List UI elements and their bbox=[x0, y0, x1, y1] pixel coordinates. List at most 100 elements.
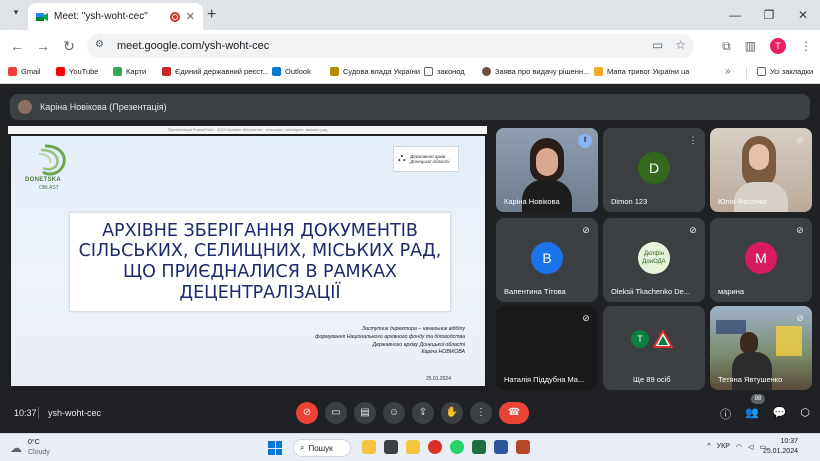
bookmark-registry[interactable]: Єдиний державний реєст... bbox=[162, 67, 269, 76]
tab-close-icon[interactable]: ✕ bbox=[186, 10, 195, 23]
url-text: meet.google.com/ysh-woht-cec bbox=[117, 40, 270, 52]
meet-stage: Каріна Новікова (Презентація) Презентаци… bbox=[0, 84, 820, 433]
forward-icon[interactable]: → bbox=[30, 38, 56, 54]
app-icon[interactable] bbox=[516, 440, 530, 454]
window-controls: — ❐ ✕ bbox=[718, 0, 820, 30]
wifi-icon[interactable]: ◠ bbox=[736, 443, 742, 451]
participant-tile-karina[interactable]: ⦀ Каріна Новікова bbox=[496, 128, 598, 212]
outlook-icon bbox=[272, 67, 281, 76]
meeting-code: ysh-woht-cec bbox=[48, 408, 102, 418]
mic-toggle-icon[interactable]: ⊘ bbox=[296, 402, 318, 424]
bookmark-outlook[interactable]: Outlook bbox=[272, 67, 311, 76]
presenter-avatar bbox=[18, 100, 32, 114]
folder-icon[interactable] bbox=[406, 440, 420, 454]
speaking-indicator-icon: ⦀ bbox=[578, 134, 592, 148]
participant-tile-natalia[interactable]: ⊘ Наталія Піддубна Ма... bbox=[496, 306, 598, 390]
archive-emblem-icon: ⛬ bbox=[398, 152, 406, 164]
terminal-icon[interactable] bbox=[384, 440, 398, 454]
side-panel-icon[interactable]: ▥ bbox=[745, 39, 756, 53]
state-archive-logo: ⛬ Державний архів Донецької області bbox=[393, 146, 459, 172]
extensions-icon[interactable]: ⧉ bbox=[722, 39, 731, 54]
weather-condition: Cloudy bbox=[28, 449, 50, 456]
donetsk-oblast-logo bbox=[38, 144, 66, 176]
new-tab-button[interactable]: + bbox=[207, 6, 216, 24]
chrome-icon[interactable] bbox=[428, 440, 442, 454]
raise-hand-icon[interactable]: ✋ bbox=[441, 402, 463, 424]
taskbar-time[interactable]: 10:37 bbox=[780, 438, 798, 445]
camera-toggle-icon[interactable]: ▭ bbox=[325, 402, 347, 424]
browser-tab[interactable]: Meet: "ysh-woht-cec" ✕ bbox=[28, 3, 203, 30]
participant-tile-tetiana[interactable]: ⊘ Тетяна Явтушенко bbox=[710, 306, 812, 390]
participant-name: Наталія Піддубна Ма... bbox=[504, 375, 585, 384]
bookmark-all-folder[interactable]: Усі закладки bbox=[757, 67, 813, 76]
address-bar[interactable]: ⚙ meet.google.com/ysh-woht-cec ▭ ☆ bbox=[87, 34, 694, 58]
meeting-clock: 10:37 bbox=[14, 408, 37, 418]
bookmark-gmail[interactable]: Gmail bbox=[8, 67, 41, 76]
bookmarks-divider bbox=[746, 67, 747, 79]
reload-icon[interactable]: ↻ bbox=[56, 38, 82, 55]
maps-icon bbox=[113, 67, 122, 76]
camera-in-use-icon[interactable]: ▭ bbox=[652, 38, 663, 52]
more-options-icon[interactable]: ⋮ bbox=[687, 134, 699, 146]
close-window-icon[interactable]: ✕ bbox=[786, 0, 820, 30]
participant-tile-oleksii[interactable]: ⊘ Дєпфін ДонОДА Oleksii Tkachenko De... bbox=[603, 218, 705, 302]
bookmark-folder-zakonod[interactable]: законод bbox=[424, 67, 465, 76]
back-icon[interactable]: ← bbox=[4, 38, 30, 54]
meeting-info-icon[interactable]: ⓘ bbox=[720, 406, 731, 422]
participant-tile-maryna[interactable]: ⊘ М марина bbox=[710, 218, 812, 302]
tray-overflow-icon[interactable]: ^ bbox=[707, 443, 710, 451]
more-options-icon[interactable]: ⋮ bbox=[470, 402, 492, 424]
folder-icon bbox=[757, 67, 766, 76]
slide-title: АРХІВНЕ ЗБЕРІГАННЯ ДОКУМЕНТІВ СІЛЬСЬКИХ,… bbox=[78, 220, 442, 303]
participant-name: марина bbox=[718, 287, 745, 296]
bookmark-application[interactable]: Заява про видачу рішенн... bbox=[482, 67, 589, 76]
registry-icon bbox=[162, 67, 171, 76]
leave-call-icon[interactable]: ☎ bbox=[499, 402, 529, 424]
side-controls: ⓘ 👥 💬 ⬡ bbox=[720, 406, 810, 422]
excel-icon[interactable] bbox=[472, 440, 486, 454]
tab-search-icon[interactable]: ▾ bbox=[8, 7, 24, 23]
site-info-icon[interactable]: ⚙ bbox=[95, 39, 109, 53]
participant-tile-valentyna[interactable]: ⊘ В Валентина Тітова bbox=[496, 218, 598, 302]
minimize-icon[interactable]: — bbox=[718, 0, 752, 30]
participant-tile-more[interactable]: Т Ще 89 осіб bbox=[603, 306, 705, 390]
bookmark-maps[interactable]: Карти bbox=[113, 67, 146, 76]
bookmark-alert-map[interactable]: Мапа тривог України ua bbox=[594, 67, 689, 76]
file-explorer-icon[interactable] bbox=[362, 440, 376, 454]
presentation-view[interactable]: Презентация PowerPoint - 2024 Архівне зб… bbox=[8, 126, 487, 390]
participant-tile-yulia[interactable]: ⊘ Юлія Фесенко bbox=[710, 128, 812, 212]
activities-icon[interactable]: ⬡ bbox=[800, 406, 810, 422]
whatsapp-icon[interactable] bbox=[450, 440, 464, 454]
language-indicator[interactable]: УКР bbox=[717, 443, 730, 451]
bookmarks-overflow-icon[interactable]: » bbox=[725, 66, 731, 77]
slide-author-info: Заступник директора – начальник відділу … bbox=[315, 326, 465, 356]
slide-title-box: АРХІВНЕ ЗБЕРІГАННЯ ДОКУМЕНТІВ СІЛЬСЬКИХ,… bbox=[69, 212, 451, 312]
start-button-icon[interactable] bbox=[268, 441, 282, 455]
participant-name: Юлія Фесенко bbox=[718, 197, 767, 206]
slide: DONETSKA OBLAST ⛬ Державний архів Донець… bbox=[11, 136, 485, 386]
mic-off-icon: ⊘ bbox=[689, 225, 697, 235]
cloud-icon[interactable]: ☁ bbox=[10, 441, 22, 455]
participant-count-badge: 98 bbox=[751, 394, 765, 404]
bookmark-court[interactable]: Судова влада України bbox=[330, 67, 420, 76]
bookmark-star-icon[interactable]: ☆ bbox=[675, 38, 686, 52]
participant-tile-dimon[interactable]: ⋮ D Dimon 123 bbox=[603, 128, 705, 212]
bookmark-youtube[interactable]: YouTube bbox=[56, 67, 98, 76]
captions-icon[interactable]: ▤ bbox=[354, 402, 376, 424]
taskbar-date[interactable]: 25.01.2024 bbox=[763, 448, 798, 455]
taskbar-search[interactable]: ⌕ Пошук bbox=[293, 439, 351, 457]
present-screen-icon[interactable]: ⇪ bbox=[412, 402, 434, 424]
slide-window-strip: Презентация PowerPoint - 2024 Архівне зб… bbox=[8, 126, 487, 134]
weather-temperature: 0°C bbox=[28, 439, 40, 446]
presentation-banner: Каріна Новікова (Презентація) bbox=[10, 94, 810, 120]
participant-name: Dimon 123 bbox=[611, 197, 648, 206]
people-icon[interactable]: 👥 bbox=[745, 406, 759, 422]
profile-avatar[interactable]: T bbox=[770, 38, 786, 54]
mic-off-icon: ⊘ bbox=[796, 313, 804, 323]
emoji-reaction-icon[interactable]: ☺ bbox=[383, 402, 405, 424]
volume-icon[interactable]: ◁ bbox=[748, 443, 753, 451]
word-icon[interactable] bbox=[494, 440, 508, 454]
chat-icon[interactable]: 💬 bbox=[773, 406, 787, 422]
restore-icon[interactable]: ❐ bbox=[752, 0, 786, 30]
menu-icon[interactable]: ⋮ bbox=[800, 39, 812, 53]
